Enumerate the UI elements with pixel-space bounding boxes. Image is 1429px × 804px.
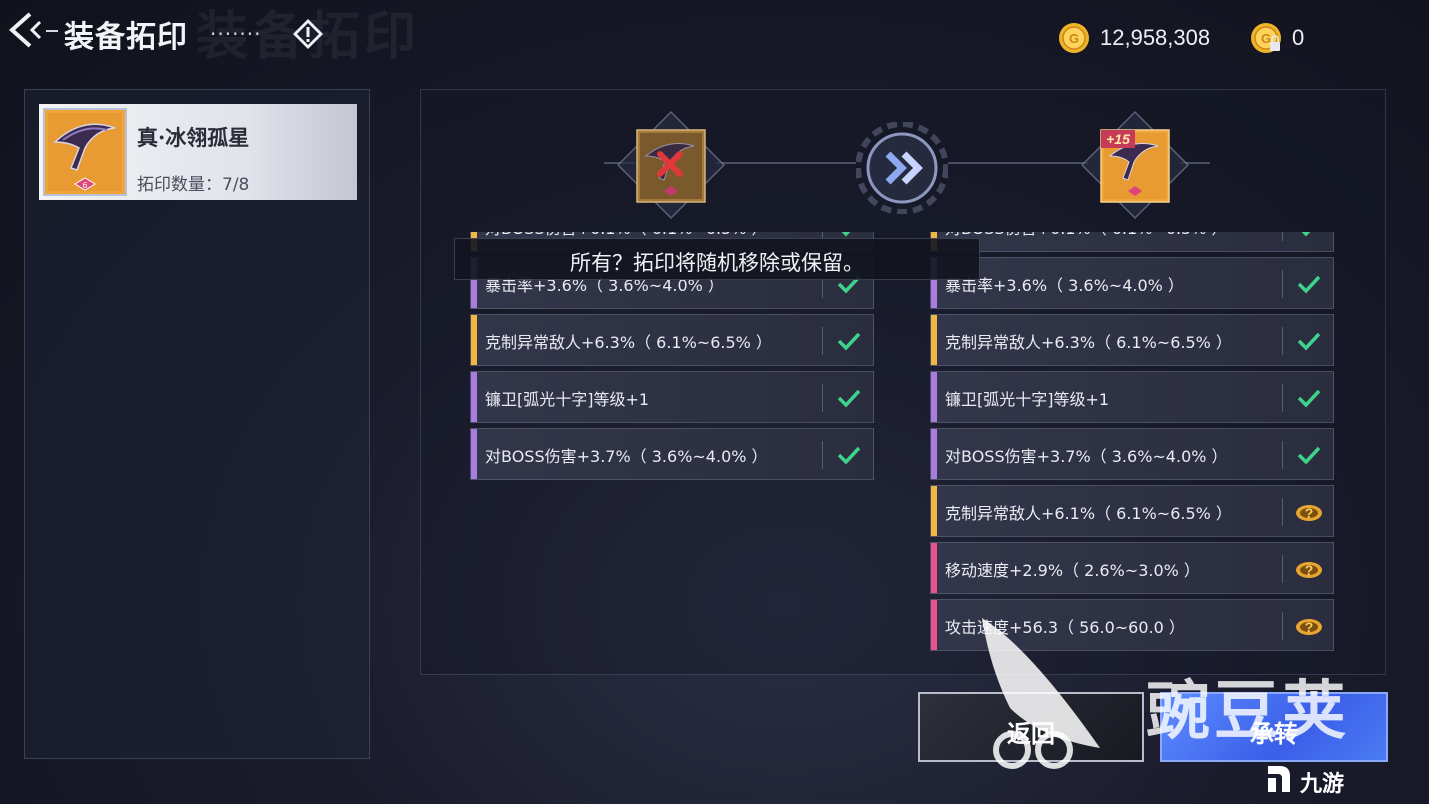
equipment-name: 真·冰翎孤星 (137, 125, 250, 150)
bound-gold-coin-icon: G (1251, 23, 1281, 53)
stat-text: 克制异常敌人+6.3%（ 6.1%~6.5% ） (485, 333, 772, 352)
stat-divider (1282, 384, 1283, 412)
title-dots: ....... (210, 16, 262, 40)
stat-divider (1282, 441, 1283, 469)
toast-text: 所有？拓印将随机移除或保留。 (570, 251, 864, 275)
check-icon (835, 384, 863, 412)
stat-divider (822, 384, 823, 412)
stat-text: 克制异常敌人+6.1%（ 6.1%~6.5% ） (945, 504, 1232, 523)
imprint-toast: 所有？拓印将随机移除或保留。 (454, 238, 980, 280)
bound-gold-amount: 0 (1292, 25, 1305, 50)
stat-text: 暴击率+3.6%（ 3.6%~4.0% ） (945, 276, 1184, 295)
scythe-icon: 6 (43, 108, 127, 196)
watermark-nine-icon (1262, 762, 1296, 800)
stat-quality-bar (931, 600, 937, 650)
stat-quality-bar (471, 315, 477, 365)
stat-divider (1282, 270, 1283, 298)
page-title: 装备拓印 (64, 20, 188, 55)
check-icon (835, 327, 863, 355)
stat-text: 克制异常敌人+6.3%（ 6.1%~6.5% ） (945, 333, 1232, 352)
target-equipment-slot[interactable]: +15 (1080, 110, 1190, 220)
check-icon (835, 441, 863, 469)
target-stat-list: 对BOSS伤害+6.1%（ 6.1%~6.5% ） 暴击率+3.6%（ 3.6%~… (930, 232, 1336, 664)
stat-row: 对BOSS伤害+3.7%（ 3.6%~4.0% ） (930, 428, 1334, 480)
equipment-item[interactable]: 6 真·冰翎孤星 拓印数量：7/8 (39, 104, 357, 200)
help-icon[interactable] (292, 18, 324, 50)
back-arrow-icon[interactable] (4, 10, 50, 50)
watermark-nine-text: 九游 (1300, 772, 1345, 797)
stat-quality-bar (931, 372, 937, 422)
connector-line (948, 162, 1088, 164)
stat-row: 暴击率+3.6%（ 3.6%~4.0% ） (930, 257, 1334, 309)
stat-row: 移动速度+2.9%（ 2.6%~3.0% ）? (930, 542, 1334, 594)
check-icon (1295, 270, 1323, 298)
stat-row: 克制异常敌人+6.3%（ 6.1%~6.5% ） (930, 314, 1334, 366)
rarity-badge: 6 (82, 181, 87, 190)
check-icon (1295, 232, 1323, 241)
gold-amount: 12,958,308 (1100, 25, 1211, 50)
random-question-icon[interactable]: ? (1295, 555, 1323, 583)
stat-divider (1282, 612, 1283, 640)
stat-divider (1282, 555, 1283, 583)
random-question-icon[interactable]: ? (1295, 612, 1323, 640)
connector-line (716, 162, 856, 164)
random-question-icon[interactable]: ? (1295, 498, 1323, 526)
stat-row: 镰卫[弧光十字]等级+1 (930, 371, 1334, 423)
stat-quality-bar (931, 315, 937, 365)
transfer-arrow-icon (855, 121, 949, 215)
check-icon (1295, 327, 1323, 355)
stat-text: 对BOSS伤害+6.1%（ 6.1%~6.5% ） (945, 232, 1228, 239)
svg-text:?: ? (1305, 562, 1314, 578)
check-icon (1295, 384, 1323, 412)
gold-coin-icon: G (1059, 23, 1089, 53)
stat-divider (1282, 327, 1283, 355)
stat-text: 移动速度+2.9%（ 2.6%~3.0% ） (945, 561, 1200, 580)
stat-quality-bar (471, 429, 477, 479)
stat-quality-bar (471, 372, 477, 422)
svg-text:G: G (1261, 31, 1271, 46)
stat-divider (822, 441, 823, 469)
stat-row: 镰卫[弧光十字]等级+1 (470, 371, 874, 423)
svg-text:?: ? (1305, 505, 1314, 521)
equipment-list: 6 真·冰翎孤星 拓印数量：7/8 (24, 89, 370, 759)
stat-row: 对BOSS伤害+6.1%（ 6.1%~6.5% ） (930, 232, 1334, 252)
stat-quality-bar (931, 543, 937, 593)
stat-quality-bar (931, 429, 937, 479)
bound-gold-currency: G 0 (1250, 22, 1304, 54)
stat-divider (822, 327, 823, 355)
check-icon (1295, 441, 1323, 469)
stat-row: 对BOSS伤害+3.7%（ 3.6%~4.0% ） (470, 428, 874, 480)
watermark-logo-icon (970, 608, 1130, 782)
stat-divider (1282, 498, 1283, 526)
stat-row: 克制异常敌人+6.1%（ 6.1%~6.5% ）? (930, 485, 1334, 537)
title-dash (46, 30, 58, 32)
stat-row: 克制异常敌人+6.3%（ 6.1%~6.5% ） (470, 314, 874, 366)
enhance-level: +15 (1106, 131, 1130, 147)
stat-text: 对BOSS伤害+3.7%（ 3.6%~4.0% ） (485, 447, 768, 466)
gold-currency: G 12,958,308 (1058, 22, 1210, 54)
stat-text: 对BOSS伤害+3.7%（ 3.6%~4.0% ） (945, 447, 1228, 466)
stat-quality-bar (931, 486, 937, 536)
stat-text: 镰卫[弧光十字]等级+1 (945, 390, 1110, 409)
stat-divider (1282, 232, 1283, 241)
svg-text:?: ? (1305, 619, 1314, 635)
imprint-count: 拓印数量：7/8 (137, 175, 250, 195)
watermark-brand-text: 豌豆荚 (1146, 675, 1350, 749)
source-equipment-slot[interactable] (616, 110, 726, 220)
svg-text:G: G (1069, 31, 1079, 46)
stat-text: 镰卫[弧光十字]等级+1 (485, 390, 650, 409)
